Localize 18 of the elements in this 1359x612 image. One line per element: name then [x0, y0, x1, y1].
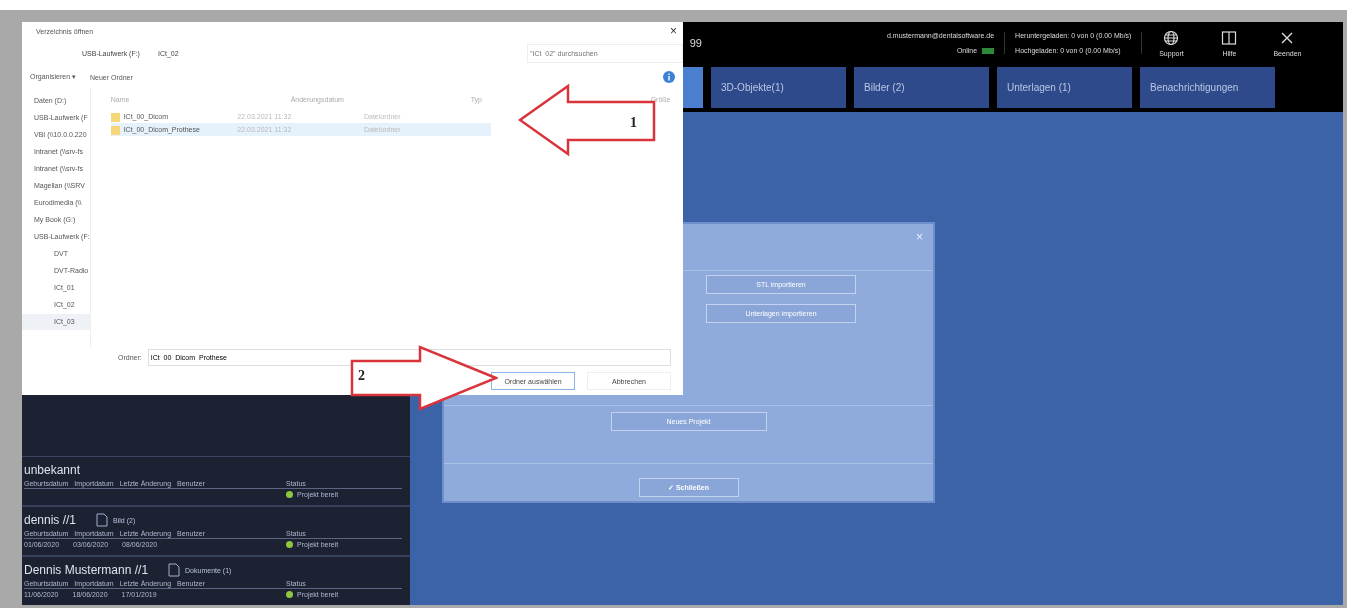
info-icon[interactable]: [663, 71, 675, 83]
document-icon: [96, 513, 109, 527]
tab[interactable]: 3D-Objekte(1): [711, 67, 846, 108]
panel-icon: [1221, 29, 1238, 46]
globe-icon: [1163, 29, 1180, 46]
folder-icon: [110, 124, 120, 135]
folder-icon: [110, 111, 120, 122]
patient-name: unbekannt: [24, 463, 81, 477]
patient-name: dennis //1: [24, 513, 77, 527]
tab[interactable]: Benachrichtigungen: [1140, 67, 1275, 108]
app-title: 99: [689, 37, 702, 49]
patient-name: Dennis Mustermann //1: [24, 563, 149, 577]
close-button[interactable]: ×: [664, 24, 683, 38]
tab[interactable]: Bilder (2): [854, 67, 989, 108]
tab[interactable]: Unterlagen (1): [997, 67, 1132, 108]
document-icon: [168, 563, 181, 577]
callout-number: 1: [630, 115, 637, 131]
callout-number: 2: [358, 368, 365, 384]
